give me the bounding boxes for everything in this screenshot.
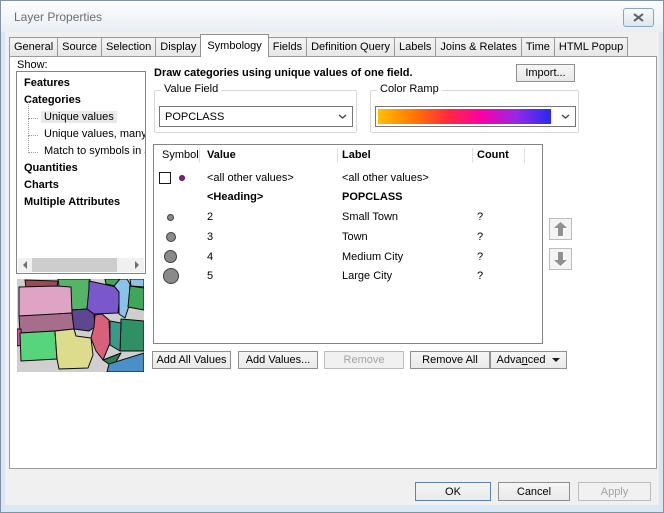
cancel-button[interactable]: Cancel bbox=[498, 482, 570, 501]
close-button[interactable] bbox=[623, 8, 654, 27]
tab-source[interactable]: Source bbox=[57, 37, 102, 56]
tab-selection[interactable]: Selection bbox=[101, 37, 156, 56]
value-field-value: POPCLASS bbox=[160, 111, 333, 123]
tree-item-quantities[interactable]: Quantities bbox=[17, 160, 145, 177]
column-header-value[interactable]: Value bbox=[207, 149, 236, 161]
point-symbol[interactable] bbox=[166, 232, 176, 242]
tab-general[interactable]: General bbox=[9, 37, 58, 56]
up-arrow-icon bbox=[554, 222, 567, 236]
tree-item-multiple-attributes[interactable]: Multiple Attributes bbox=[17, 194, 145, 211]
table-row[interactable]: 3 Town ? bbox=[154, 227, 542, 247]
point-symbol[interactable] bbox=[163, 268, 179, 284]
table-row[interactable]: 4 Medium City ? bbox=[154, 247, 542, 267]
table-row[interactable]: <all other values> <all other values> bbox=[154, 168, 542, 188]
value-field-label: Value Field bbox=[161, 83, 221, 95]
color-ramp-label: Color Ramp bbox=[377, 83, 442, 95]
tree-item-match-symbols[interactable]: Match to symbols in a bbox=[17, 143, 145, 160]
symbology-heading: Draw categories using unique values of o… bbox=[154, 67, 413, 79]
layer-properties-dialog: Layer Properties General Source Selectio… bbox=[0, 0, 664, 513]
all-other-values-checkbox[interactable] bbox=[159, 172, 171, 184]
color-ramp-group: Color Ramp bbox=[370, 90, 579, 133]
show-label: Show: bbox=[17, 59, 48, 71]
remove-button[interactable]: Remove bbox=[324, 351, 404, 369]
tab-html-popup[interactable]: HTML Popup bbox=[554, 37, 628, 56]
tab-strip: General Source Selection Display Symbolo… bbox=[9, 34, 627, 57]
tab-symbology[interactable]: Symbology bbox=[200, 34, 268, 57]
add-values-button[interactable]: Add Values... bbox=[238, 351, 318, 369]
close-icon bbox=[633, 13, 644, 22]
column-header-symbol[interactable]: Symbol bbox=[162, 149, 199, 161]
table-header: Symbol Value Label Count bbox=[154, 145, 542, 167]
tree-item-features[interactable]: Features bbox=[17, 75, 145, 92]
tab-time[interactable]: Time bbox=[521, 37, 555, 56]
color-ramp-swatch bbox=[378, 109, 551, 124]
table-row-heading[interactable]: <Heading> POPCLASS bbox=[154, 187, 542, 207]
tab-display[interactable]: Display bbox=[155, 37, 201, 56]
move-down-button[interactable] bbox=[549, 248, 572, 270]
scroll-left-icon[interactable] bbox=[18, 258, 32, 272]
dropdown-caret-icon bbox=[552, 358, 560, 366]
value-field-group: Value Field POPCLASS bbox=[154, 90, 357, 133]
chevron-down-icon bbox=[556, 107, 575, 126]
apply-button[interactable]: Apply bbox=[578, 482, 651, 501]
ok-button[interactable]: OK bbox=[415, 482, 491, 501]
tree-item-charts[interactable]: Charts bbox=[17, 177, 145, 194]
table-row[interactable]: 2 Small Town ? bbox=[154, 207, 542, 227]
remove-all-button[interactable]: Remove All bbox=[410, 351, 490, 369]
table-row[interactable]: 5 Large City ? bbox=[154, 266, 542, 286]
window-title: Layer Properties bbox=[14, 10, 102, 24]
import-button[interactable]: Import... bbox=[516, 64, 575, 82]
move-up-button[interactable] bbox=[549, 218, 572, 240]
add-all-values-button[interactable]: Add All Values bbox=[152, 351, 231, 369]
point-symbol[interactable] bbox=[164, 250, 177, 263]
titlebar: Layer Properties bbox=[1, 1, 663, 32]
point-symbol[interactable] bbox=[167, 214, 174, 221]
tab-fields[interactable]: Fields bbox=[268, 37, 307, 56]
map-preview bbox=[17, 279, 144, 372]
advanced-button[interactable]: Advanced bbox=[490, 351, 567, 369]
down-arrow-icon bbox=[554, 252, 567, 266]
unique-values-table: Symbol Value Label Count <all other valu… bbox=[153, 144, 543, 344]
column-header-label[interactable]: Label bbox=[342, 149, 371, 161]
tab-definition-query[interactable]: Definition Query bbox=[306, 37, 395, 56]
scrollbar-thumb[interactable] bbox=[32, 258, 117, 272]
show-tree: Features Categories Unique values Unique… bbox=[16, 71, 146, 274]
value-field-combo[interactable]: POPCLASS bbox=[159, 106, 353, 127]
color-ramp-combo[interactable] bbox=[375, 106, 576, 127]
chevron-down-icon bbox=[333, 114, 352, 119]
tab-joins-relates[interactable]: Joins & Relates bbox=[435, 37, 521, 56]
column-header-count[interactable]: Count bbox=[477, 149, 509, 161]
scroll-right-icon[interactable] bbox=[130, 258, 144, 272]
tree-horizontal-scrollbar[interactable] bbox=[18, 258, 144, 272]
tab-labels[interactable]: Labels bbox=[394, 37, 436, 56]
all-other-values-symbol bbox=[179, 175, 185, 181]
